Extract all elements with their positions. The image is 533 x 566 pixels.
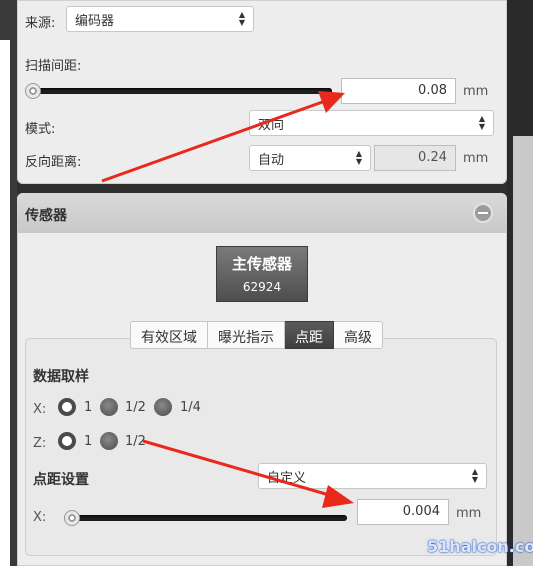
point-spacing-mode-select[interactable]: 自定义 ▲ ▼ <box>258 463 487 489</box>
data-sampling-title: 数据取样 <box>33 369 89 385</box>
sampling-x-radio-2[interactable] <box>100 398 118 416</box>
sampling-x-option-3: 1/4 <box>180 400 201 415</box>
scan-spacing-label: 扫描间距: <box>25 59 82 74</box>
source-label: 来源: <box>25 16 56 31</box>
sampling-z-label: Z: <box>33 436 47 451</box>
reverse-distance-mode-value: 自动 <box>258 153 285 168</box>
scan-spacing-slider[interactable] <box>29 88 332 94</box>
point-spacing-slider[interactable] <box>64 515 347 521</box>
point-spacing-x-input[interactable]: 0.004 <box>357 499 449 525</box>
tab-advanced[interactable]: 高级 <box>334 321 383 349</box>
sampling-z-radio-2[interactable] <box>100 432 118 450</box>
sensor-card-title: 主传感器 <box>231 255 292 273</box>
sampling-x-label: X: <box>33 402 47 417</box>
sampling-x-option-2: 1/2 <box>125 400 146 415</box>
tab-content-box: 数据取样 X: 1 1/2 1/4 Z: 1 1/2 点距设置 自定义 ▲ ▼ X… <box>25 338 497 556</box>
mode-select[interactable]: 双向 ▲ ▼ <box>249 110 494 136</box>
sampling-x-radio-3[interactable] <box>154 398 172 416</box>
chevron-updown-icon: ▲ ▼ <box>478 114 485 131</box>
chevron-updown-icon: ▲ ▼ <box>238 10 245 27</box>
scan-spacing-unit: mm <box>463 84 489 99</box>
point-spacing-mode-value: 自定义 <box>267 471 307 486</box>
sensor-panel-header: 传感器 <box>17 193 507 233</box>
sampling-z-radio-1[interactable] <box>58 432 76 450</box>
chevron-updown-icon: ▲ ▼ <box>471 467 478 484</box>
left-pane-edge <box>0 40 10 566</box>
main-sensor-card[interactable]: 主传感器 62924 <box>216 246 308 302</box>
tab-point-spacing[interactable]: 点距 <box>285 321 334 349</box>
slider-knob-icon[interactable] <box>64 510 80 526</box>
point-spacing-x-unit: mm <box>456 506 482 521</box>
scan-settings-panel: 来源: 编码器 ▲ ▼ 扫描间距: 0.08 mm 模式: 双向 ▲ ▼ 反向距离:… <box>17 0 507 184</box>
source-select[interactable]: 编码器 ▲ ▼ <box>66 6 254 32</box>
scrollbar-track[interactable] <box>513 136 533 566</box>
sampling-x-radio-1[interactable] <box>58 398 76 416</box>
slider-knob-icon[interactable] <box>25 83 41 99</box>
mode-label: 模式: <box>25 122 56 137</box>
scan-spacing-input[interactable]: 0.08 <box>341 78 456 104</box>
tab-effective-area[interactable]: 有效区域 <box>130 321 208 349</box>
reverse-distance-unit: mm <box>463 151 489 166</box>
sampling-z-option-2: 1/2 <box>125 434 146 449</box>
mode-value: 双向 <box>258 118 285 133</box>
reverse-distance-label: 反向距离: <box>25 155 82 170</box>
tab-exposure-indicator[interactable]: 曝光指示 <box>208 321 285 349</box>
sampling-z-option-1: 1 <box>84 434 93 449</box>
reverse-distance-mode-select[interactable]: 自动 ▲ ▼ <box>249 145 371 171</box>
sampling-x-option-1: 1 <box>84 400 93 415</box>
reverse-distance-input: 0.24 <box>374 145 456 171</box>
sensor-card-serial: 62924 <box>242 280 282 294</box>
watermark: 51halcon.com <box>427 537 533 556</box>
sensor-panel-title: 传感器 <box>25 208 67 224</box>
point-spacing-title: 点距设置 <box>33 472 89 488</box>
chevron-updown-icon: ▲ ▼ <box>355 149 362 166</box>
sensor-panel: 传感器 主传感器 62924 数据取样 X: 1 1/2 1/4 Z: 1 1/… <box>17 193 507 566</box>
source-value: 编码器 <box>75 14 115 29</box>
collapse-icon[interactable] <box>473 203 493 223</box>
sensor-tabs: 有效区域 曝光指示 点距 高级 <box>130 321 383 349</box>
point-spacing-x-label: X: <box>33 510 47 525</box>
